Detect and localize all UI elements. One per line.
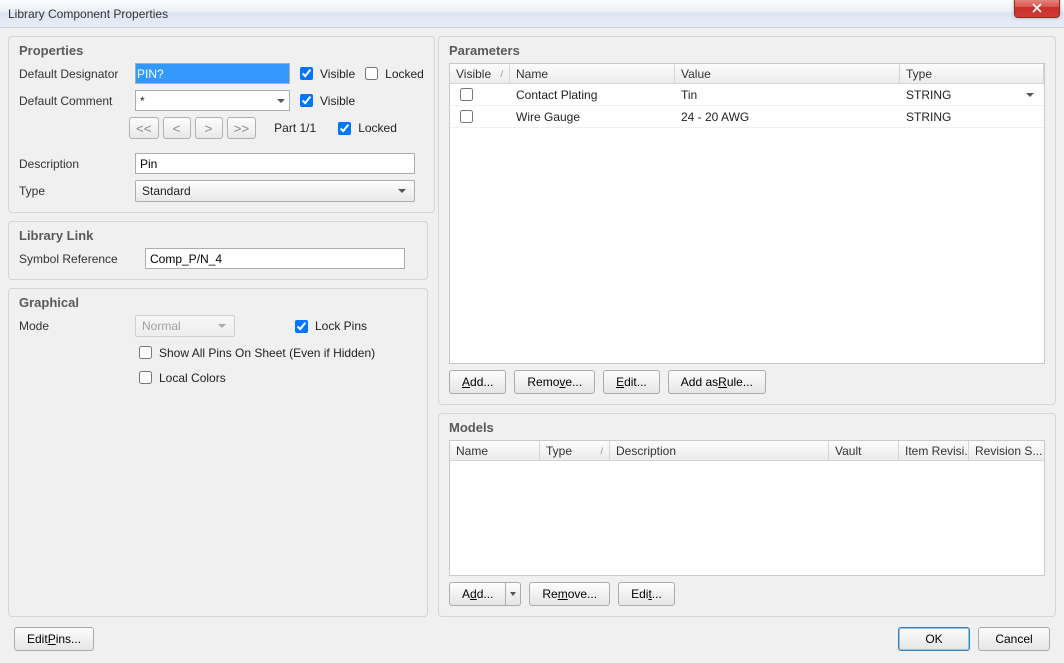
lock-pins-checkbox[interactable]: Lock Pins — [291, 317, 367, 336]
models-remove-button[interactable]: Remove... — [529, 582, 610, 606]
lock-pins-box[interactable] — [295, 320, 308, 333]
cancel-button[interactable]: Cancel — [978, 627, 1050, 651]
description-input[interactable] — [135, 153, 415, 174]
titlebar: Library Component Properties — [0, 0, 1064, 28]
symbol-ref-input[interactable] — [145, 248, 405, 269]
row-visible-checkbox[interactable] — [460, 110, 473, 123]
mode-combo: Normal — [135, 315, 235, 337]
part-locked-box[interactable] — [338, 122, 351, 135]
graphical-group: Graphical Mode Normal Lock Pins — [8, 288, 428, 617]
models-buttons: Add... Remove... Edit... — [449, 582, 1045, 606]
nav-next-button[interactable]: > — [195, 117, 223, 139]
close-button[interactable] — [1014, 0, 1060, 18]
show-all-pins-box[interactable] — [139, 346, 152, 359]
designator-visible-checkbox[interactable]: Visible — [296, 64, 355, 83]
row-visible-checkbox[interactable] — [460, 88, 473, 101]
library-link-group: Library Link Symbol Reference — [8, 221, 428, 280]
part-locked-checkbox[interactable]: Locked — [334, 119, 397, 138]
part-text: Part 1/1 — [274, 121, 316, 135]
comment-visible-checkbox[interactable]: Visible — [296, 91, 355, 110]
table-row[interactable]: Contact Plating Tin STRING — [450, 84, 1044, 106]
col-name[interactable]: Name — [510, 64, 675, 83]
nav-first-button[interactable]: << — [129, 117, 159, 139]
library-link-legend: Library Link — [19, 228, 93, 243]
parameters-header: Visible/ Name Value Type — [450, 64, 1044, 84]
type-combo[interactable]: Standard — [135, 180, 415, 202]
models-legend: Models — [449, 420, 494, 435]
params-edit-button[interactable]: Edit... — [603, 370, 660, 394]
table-row[interactable]: Wire Gauge 24 - 20 AWG STRING — [450, 106, 1044, 128]
description-label: Description — [19, 157, 129, 171]
ok-button[interactable]: OK — [898, 627, 970, 651]
left-column: Properties Default Designator PIN? Visib… — [8, 36, 428, 617]
models-add-button[interactable]: Add... — [449, 582, 505, 606]
content: Properties Default Designator PIN? Visib… — [0, 28, 1064, 663]
properties-legend: Properties — [19, 43, 83, 58]
col-value[interactable]: Value — [675, 64, 900, 83]
params-add-as-rule-button[interactable]: Add as Rule... — [668, 370, 766, 394]
cell-name: Contact Plating — [510, 86, 675, 104]
footer: Edit Pins... OK Cancel — [8, 623, 1056, 655]
window-title: Library Component Properties — [8, 7, 168, 21]
cell-type[interactable]: STRING — [900, 84, 1044, 106]
right-column: Parameters Visible/ Name Value Type — [438, 36, 1056, 617]
comment-combo[interactable]: * — [135, 90, 290, 111]
local-colors-box[interactable] — [139, 371, 152, 384]
parameters-legend: Parameters — [449, 43, 520, 58]
parameters-body: Contact Plating Tin STRING Wire Gauge 24… — [450, 84, 1044, 363]
params-add-button[interactable]: Add... — [449, 370, 506, 394]
mcol-name[interactable]: Name — [450, 441, 540, 460]
parameters-group: Parameters Visible/ Name Value Type — [438, 36, 1056, 405]
params-remove-button[interactable]: Remove... — [514, 370, 595, 394]
comment-label: Default Comment — [19, 94, 129, 108]
type-label: Type — [19, 184, 129, 198]
models-body — [450, 461, 1044, 575]
parameters-buttons: Add... Remove... Edit... Add as Rule... — [449, 370, 1045, 394]
mcol-rev-status[interactable]: Revision S... — [969, 441, 1044, 460]
parameters-table[interactable]: Visible/ Name Value Type Contact Plating… — [449, 63, 1045, 364]
designator-locked-box[interactable] — [365, 67, 378, 80]
sort-icon: / — [500, 69, 503, 79]
show-all-pins-checkbox[interactable]: Show All Pins On Sheet (Even if Hidden) — [135, 343, 375, 362]
nav-prev-button[interactable]: < — [163, 117, 191, 139]
designator-visible-box[interactable] — [300, 67, 313, 80]
graphical-legend: Graphical — [19, 295, 79, 310]
cell-value: 24 - 20 AWG — [675, 108, 900, 126]
columns: Properties Default Designator PIN? Visib… — [8, 36, 1056, 617]
mcol-item-rev[interactable]: Item Revisi... — [899, 441, 969, 460]
close-icon — [1032, 3, 1042, 13]
mcol-description[interactable]: Description — [610, 441, 829, 460]
mcol-vault[interactable]: Vault — [829, 441, 899, 460]
edit-pins-button[interactable]: Edit Pins... — [14, 627, 94, 651]
models-group: Models Name Type/ Description Vault Item… — [438, 413, 1056, 617]
symbol-ref-label: Symbol Reference — [19, 252, 139, 266]
chevron-down-icon[interactable] — [505, 582, 521, 606]
designator-label: Default Designator — [19, 67, 129, 81]
models-edit-button[interactable]: Edit... — [618, 582, 675, 606]
local-colors-checkbox[interactable]: Local Colors — [135, 368, 226, 387]
cell-value: Tin — [675, 86, 900, 104]
models-add-split-button[interactable]: Add... — [449, 582, 521, 606]
col-type[interactable]: Type — [900, 64, 1044, 83]
part-nav: << < > >> — [129, 117, 256, 139]
designator-locked-checkbox[interactable]: Locked — [361, 64, 424, 83]
mode-label: Mode — [19, 319, 129, 333]
models-table[interactable]: Name Type/ Description Vault Item Revisi… — [449, 440, 1045, 576]
mcol-type[interactable]: Type/ — [540, 441, 610, 460]
cell-name: Wire Gauge — [510, 108, 675, 126]
window: Library Component Properties Properties … — [0, 0, 1064, 663]
chevron-down-icon — [273, 91, 289, 110]
comment-visible-box[interactable] — [300, 94, 313, 107]
properties-group: Properties Default Designator PIN? Visib… — [8, 36, 435, 213]
sort-icon: / — [600, 446, 603, 456]
designator-input[interactable]: PIN? — [135, 63, 290, 84]
cell-type: STRING — [900, 108, 1044, 126]
models-header: Name Type/ Description Vault Item Revisi… — [450, 441, 1044, 461]
col-visible[interactable]: Visible/ — [450, 64, 510, 83]
nav-last-button[interactable]: >> — [227, 117, 257, 139]
